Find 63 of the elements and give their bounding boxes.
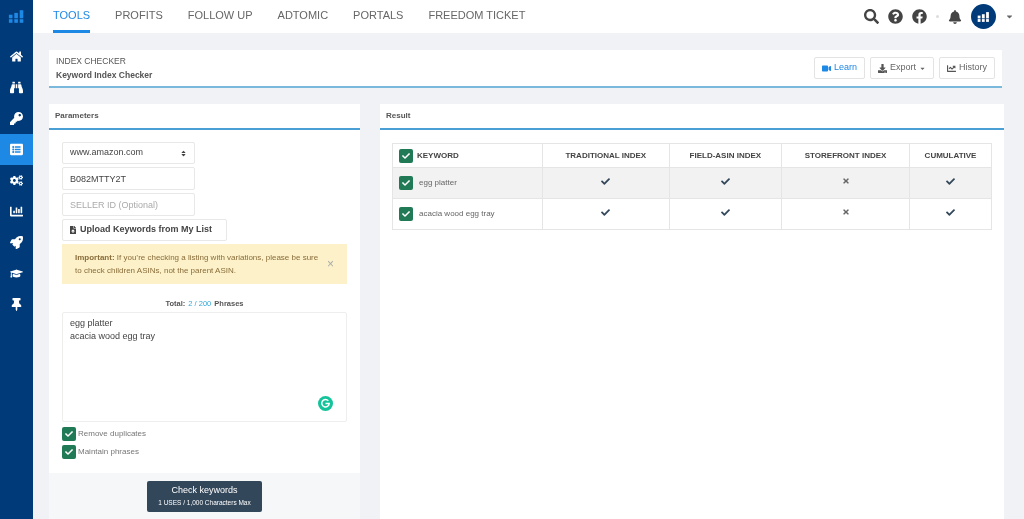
bar-chart-icon [10, 205, 23, 218]
table-row[interactable]: acacia wood egg tray [392, 198, 992, 230]
keywords-textarea[interactable]: egg platter acacia wood egg tray [62, 312, 347, 423]
bell-icon[interactable] [948, 9, 962, 24]
nav-tab[interactable]: FREEDOM TICKET [428, 0, 526, 33]
logo-icon [7, 9, 26, 24]
caret-icon[interactable] [1005, 12, 1014, 21]
marketplace-select[interactable]: www.amazon.com [62, 142, 195, 164]
help-icon[interactable] [888, 9, 903, 24]
rocket-icon [10, 236, 23, 249]
list-icon [10, 143, 23, 156]
check-icon [402, 179, 410, 187]
upload-button[interactable]: Upload Keywords from My List [62, 219, 227, 241]
sort-icon [180, 149, 187, 157]
column-header: CUMULATIVE [924, 150, 977, 160]
check-icon [402, 210, 410, 218]
logo-icon [976, 10, 991, 23]
check-icon [65, 430, 73, 439]
nav-tab[interactable]: FOLLOW UP [187, 0, 253, 33]
export-dropdown[interactable]: Export [869, 57, 934, 79]
checkbox-label: Remove duplicates [78, 428, 147, 441]
grammarly-icon [318, 396, 333, 412]
avatar[interactable] [971, 4, 996, 29]
notice-text: Important: If you’re checking a listing with variations, please be sure to check children ASINs, not the parent ASIN. [75, 252, 319, 277]
checkbox[interactable] [399, 148, 413, 163]
checkbox-label: Maintain phrases [78, 446, 139, 459]
checkbox[interactable] [399, 207, 413, 221]
facebook-icon[interactable] [912, 9, 927, 24]
binoculars-icon [10, 81, 23, 94]
nav-tab[interactable]: PORTALS [353, 0, 404, 33]
header-button[interactable]: Learn [813, 57, 865, 79]
table-row[interactable]: egg platter [392, 167, 992, 199]
keyword-cell: acacia wood egg tray [419, 208, 495, 220]
nav-tab[interactable]: PROFITS [115, 0, 163, 33]
video-icon [821, 63, 831, 73]
checkbox[interactable] [62, 427, 76, 442]
panel-title: Result [386, 110, 411, 122]
nav-tab[interactable]: ADTOMIC [277, 0, 329, 33]
checkbox[interactable] [62, 445, 76, 460]
key-icon [10, 112, 23, 125]
header-button[interactable]: History [939, 57, 995, 79]
check-icon [402, 151, 410, 160]
checkbox[interactable] [399, 176, 413, 190]
seller-id-field[interactable]: SELLER ID (Optional) [62, 193, 195, 216]
search-icon[interactable] [864, 9, 879, 24]
column-header: KEYWORD [417, 149, 459, 162]
pin-icon [10, 298, 23, 311]
nav-tab[interactable]: TOOLS [53, 0, 91, 33]
page-subtitle: Keyword Index Checker [56, 69, 153, 82]
gears-icon [10, 174, 23, 187]
column-header: FIELD-ASIN INDEX [689, 150, 762, 160]
file-upload-icon [69, 226, 77, 234]
column-header: TRADITIONAL INDEX [565, 150, 647, 160]
asin-field[interactable]: B082MTTY2T [62, 167, 195, 190]
keyword-cell: egg platter [419, 177, 457, 189]
panel-title: Parameters [55, 110, 99, 122]
column-header: STOREFRONT INDEX [804, 150, 887, 160]
check-icon [65, 448, 73, 457]
home-icon [10, 50, 23, 63]
graduation-cap-icon [10, 267, 23, 280]
download-icon [877, 63, 887, 73]
line-chart-icon [947, 63, 956, 73]
page-title: INDEX CHECKER [56, 55, 127, 68]
